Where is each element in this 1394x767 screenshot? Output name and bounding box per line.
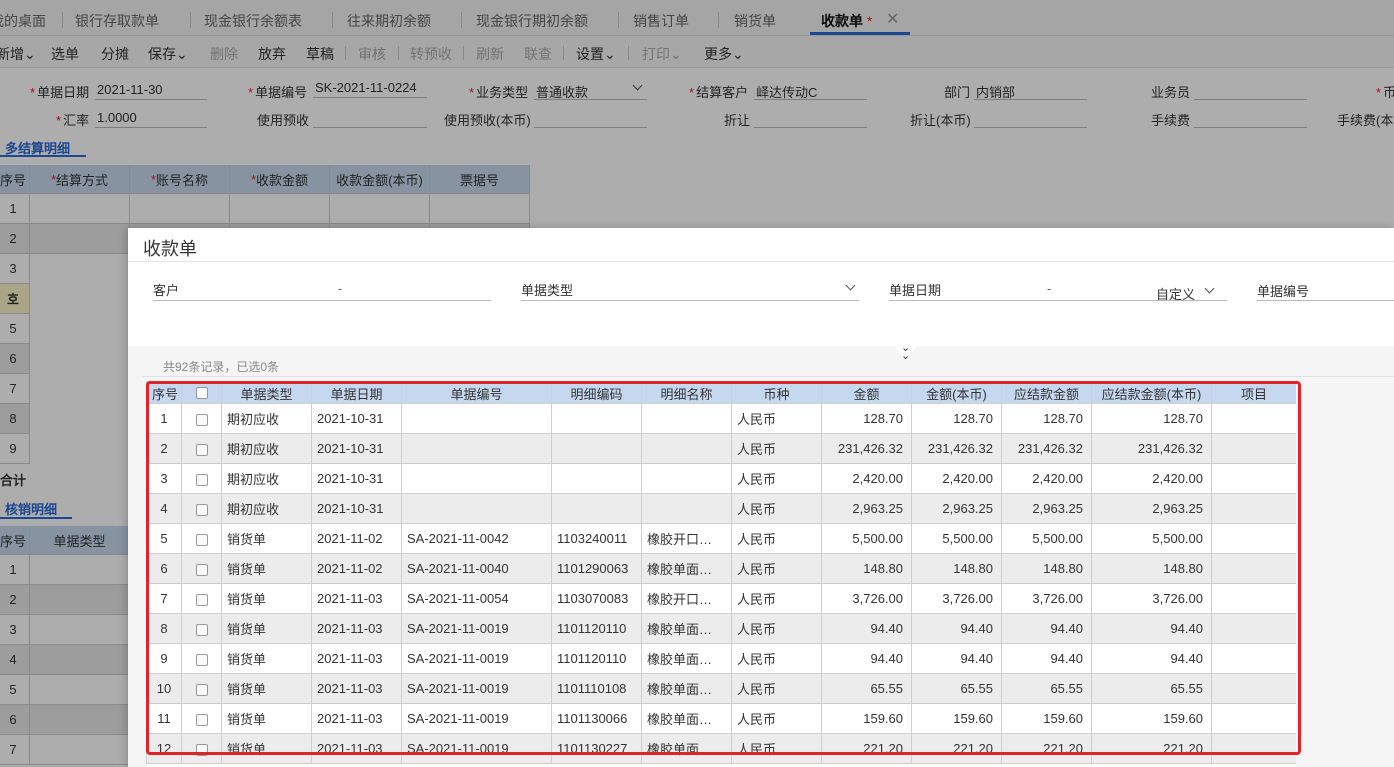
filter-customer-underline xyxy=(153,300,491,301)
filter-doc-date-label: 单据日期 xyxy=(889,283,942,298)
chevron-down-icon[interactable] xyxy=(845,280,856,291)
filter-doc-date-underline xyxy=(889,300,1227,301)
count-divider xyxy=(143,376,1394,377)
chevron-down-icon[interactable] xyxy=(1204,283,1215,294)
filter-customer-input[interactable]: - xyxy=(338,281,342,296)
filter-doc-no-label: 单据编号 xyxy=(1257,284,1310,299)
highlight-frame xyxy=(146,381,1301,755)
double-chevron-down-icon[interactable]: ⌄ ⌄ xyxy=(901,343,910,362)
filter-doc-no-input[interactable] xyxy=(1257,300,1394,301)
filter-doc-type-select[interactable] xyxy=(521,300,859,301)
filter-customer-label: 客户 xyxy=(153,283,180,298)
dialog-title: 收款单 xyxy=(143,239,197,259)
filter-panel: 客户 - 单据类型 单据日期 - 自定义 单据编号 xyxy=(128,262,1394,346)
filter-doc-type-label: 单据类型 xyxy=(521,283,574,298)
filter-doc-date-input[interactable]: - xyxy=(1047,281,1051,296)
record-count: 共92条记录，已选0条 xyxy=(163,360,280,374)
